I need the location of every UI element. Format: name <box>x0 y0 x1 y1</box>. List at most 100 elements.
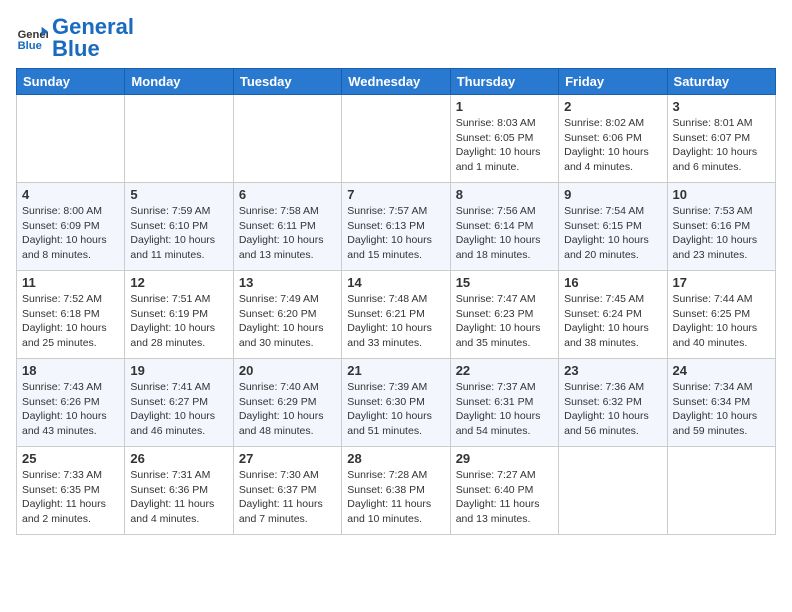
calendar-cell: 23Sunrise: 7:36 AM Sunset: 6:32 PM Dayli… <box>559 359 667 447</box>
logo-text: GeneralBlue <box>52 16 134 60</box>
calendar-cell <box>233 95 341 183</box>
day-number: 23 <box>564 363 661 378</box>
week-row-2: 4 Sunrise: 8:00 AM Sunset: 6:09 PM Daylig… <box>17 183 776 271</box>
day-info: Sunrise: 7:28 AM Sunset: 6:38 PM Dayligh… <box>347 468 444 527</box>
day-number: 10 <box>673 187 770 202</box>
day-number: 8 <box>456 187 553 202</box>
calendar-cell: 17 Sunrise: 7:44 AM Sunset: 6:25 PM Dayli… <box>667 271 775 359</box>
calendar-cell: 11 Sunrise: 7:52 AM Sunset: 6:18 PM Dayli… <box>17 271 125 359</box>
week-row-5: 25Sunrise: 7:33 AM Sunset: 6:35 PM Dayli… <box>17 447 776 535</box>
week-row-3: 11 Sunrise: 7:52 AM Sunset: 6:18 PM Dayli… <box>17 271 776 359</box>
day-number: 27 <box>239 451 336 466</box>
day-number: 12 <box>130 275 227 290</box>
calendar-cell: 21 Sunrise: 7:39 AM Sunset: 6:30 PM Dayli… <box>342 359 450 447</box>
day-info: Sunrise: 8:03 AM Sunset: 6:05 PM Dayligh… <box>456 116 553 175</box>
calendar-cell: 13 Sunrise: 7:49 AM Sunset: 6:20 PM Dayli… <box>233 271 341 359</box>
logo-icon: General Blue <box>16 22 48 54</box>
day-info: Sunrise: 7:40 AM Sunset: 6:29 PM Dayligh… <box>239 380 336 439</box>
day-info: Sunrise: 7:58 AM Sunset: 6:11 PM Dayligh… <box>239 204 336 263</box>
calendar-cell <box>17 95 125 183</box>
day-number: 21 <box>347 363 444 378</box>
calendar-cell: 15 Sunrise: 7:47 AM Sunset: 6:23 PM Dayli… <box>450 271 558 359</box>
column-header-tuesday: Tuesday <box>233 69 341 95</box>
calendar-cell: 6 Sunrise: 7:58 AM Sunset: 6:11 PM Daylig… <box>233 183 341 271</box>
column-header-wednesday: Wednesday <box>342 69 450 95</box>
calendar-cell: 19Sunrise: 7:41 AM Sunset: 6:27 PM Dayli… <box>125 359 233 447</box>
day-number: 13 <box>239 275 336 290</box>
day-info: Sunrise: 7:48 AM Sunset: 6:21 PM Dayligh… <box>347 292 444 351</box>
calendar-cell: 26Sunrise: 7:31 AM Sunset: 6:36 PM Dayli… <box>125 447 233 535</box>
day-number: 29 <box>456 451 553 466</box>
calendar-cell: 20 Sunrise: 7:40 AM Sunset: 6:29 PM Dayli… <box>233 359 341 447</box>
day-number: 19 <box>130 363 227 378</box>
day-info: Sunrise: 7:57 AM Sunset: 6:13 PM Dayligh… <box>347 204 444 263</box>
calendar-table: SundayMondayTuesdayWednesdayThursdayFrid… <box>16 68 776 535</box>
column-header-thursday: Thursday <box>450 69 558 95</box>
day-info: Sunrise: 7:39 AM Sunset: 6:30 PM Dayligh… <box>347 380 444 439</box>
day-number: 17 <box>673 275 770 290</box>
day-number: 2 <box>564 99 661 114</box>
day-info: Sunrise: 7:44 AM Sunset: 6:25 PM Dayligh… <box>673 292 770 351</box>
logo: General Blue GeneralBlue <box>16 16 134 60</box>
day-info: Sunrise: 7:37 AM Sunset: 6:31 PM Dayligh… <box>456 380 553 439</box>
day-info: Sunrise: 7:30 AM Sunset: 6:37 PM Dayligh… <box>239 468 336 527</box>
calendar-cell: 22 Sunrise: 7:37 AM Sunset: 6:31 PM Dayli… <box>450 359 558 447</box>
calendar-cell: 27 Sunrise: 7:30 AM Sunset: 6:37 PM Dayli… <box>233 447 341 535</box>
calendar-cell: 12 Sunrise: 7:51 AM Sunset: 6:19 PM Dayli… <box>125 271 233 359</box>
calendar-cell: 24 Sunrise: 7:34 AM Sunset: 6:34 PM Dayli… <box>667 359 775 447</box>
day-number: 7 <box>347 187 444 202</box>
calendar-cell <box>342 95 450 183</box>
calendar-cell: 25Sunrise: 7:33 AM Sunset: 6:35 PM Dayli… <box>17 447 125 535</box>
week-row-1: 1 Sunrise: 8:03 AM Sunset: 6:05 PM Daylig… <box>17 95 776 183</box>
svg-text:Blue: Blue <box>18 40 42 52</box>
column-header-sunday: Sunday <box>17 69 125 95</box>
day-number: 9 <box>564 187 661 202</box>
calendar-cell <box>559 447 667 535</box>
day-number: 22 <box>456 363 553 378</box>
day-number: 5 <box>130 187 227 202</box>
calendar-cell: 4 Sunrise: 8:00 AM Sunset: 6:09 PM Daylig… <box>17 183 125 271</box>
calendar-cell: 16 Sunrise: 7:45 AM Sunset: 6:24 PM Dayli… <box>559 271 667 359</box>
day-info: Sunrise: 7:31 AM Sunset: 6:36 PM Dayligh… <box>130 468 227 527</box>
day-info: Sunrise: 7:51 AM Sunset: 6:19 PM Dayligh… <box>130 292 227 351</box>
day-headers-row: SundayMondayTuesdayWednesdayThursdayFrid… <box>17 69 776 95</box>
calendar-cell: 5Sunrise: 7:59 AM Sunset: 6:10 PM Daylig… <box>125 183 233 271</box>
calendar-cell: 14 Sunrise: 7:48 AM Sunset: 6:21 PM Dayli… <box>342 271 450 359</box>
calendar-cell: 10 Sunrise: 7:53 AM Sunset: 6:16 PM Dayli… <box>667 183 775 271</box>
day-number: 24 <box>673 363 770 378</box>
day-info: Sunrise: 7:33 AM Sunset: 6:35 PM Dayligh… <box>22 468 119 527</box>
page-header: General Blue GeneralBlue <box>16 16 776 60</box>
day-info: Sunrise: 8:01 AM Sunset: 6:07 PM Dayligh… <box>673 116 770 175</box>
calendar-cell: 18 Sunrise: 7:43 AM Sunset: 6:26 PM Dayli… <box>17 359 125 447</box>
day-number: 11 <box>22 275 119 290</box>
day-info: Sunrise: 7:49 AM Sunset: 6:20 PM Dayligh… <box>239 292 336 351</box>
day-number: 6 <box>239 187 336 202</box>
day-info: Sunrise: 7:34 AM Sunset: 6:34 PM Dayligh… <box>673 380 770 439</box>
calendar-body: 1 Sunrise: 8:03 AM Sunset: 6:05 PM Daylig… <box>17 95 776 535</box>
day-info: Sunrise: 8:00 AM Sunset: 6:09 PM Dayligh… <box>22 204 119 263</box>
calendar-cell: 1 Sunrise: 8:03 AM Sunset: 6:05 PM Daylig… <box>450 95 558 183</box>
day-info: Sunrise: 7:47 AM Sunset: 6:23 PM Dayligh… <box>456 292 553 351</box>
day-number: 14 <box>347 275 444 290</box>
day-info: Sunrise: 7:52 AM Sunset: 6:18 PM Dayligh… <box>22 292 119 351</box>
day-info: Sunrise: 7:43 AM Sunset: 6:26 PM Dayligh… <box>22 380 119 439</box>
day-info: Sunrise: 7:56 AM Sunset: 6:14 PM Dayligh… <box>456 204 553 263</box>
day-number: 18 <box>22 363 119 378</box>
calendar-cell: 9Sunrise: 7:54 AM Sunset: 6:15 PM Daylig… <box>559 183 667 271</box>
calendar-cell: 3 Sunrise: 8:01 AM Sunset: 6:07 PM Daylig… <box>667 95 775 183</box>
column-header-friday: Friday <box>559 69 667 95</box>
day-number: 16 <box>564 275 661 290</box>
day-info: Sunrise: 7:45 AM Sunset: 6:24 PM Dayligh… <box>564 292 661 351</box>
day-number: 15 <box>456 275 553 290</box>
calendar-cell: 7 Sunrise: 7:57 AM Sunset: 6:13 PM Daylig… <box>342 183 450 271</box>
calendar-cell <box>667 447 775 535</box>
day-number: 20 <box>239 363 336 378</box>
day-number: 3 <box>673 99 770 114</box>
calendar-cell <box>125 95 233 183</box>
day-number: 4 <box>22 187 119 202</box>
column-header-monday: Monday <box>125 69 233 95</box>
day-number: 1 <box>456 99 553 114</box>
day-info: Sunrise: 7:53 AM Sunset: 6:16 PM Dayligh… <box>673 204 770 263</box>
day-info: Sunrise: 8:02 AM Sunset: 6:06 PM Dayligh… <box>564 116 661 175</box>
calendar-cell: 28Sunrise: 7:28 AM Sunset: 6:38 PM Dayli… <box>342 447 450 535</box>
